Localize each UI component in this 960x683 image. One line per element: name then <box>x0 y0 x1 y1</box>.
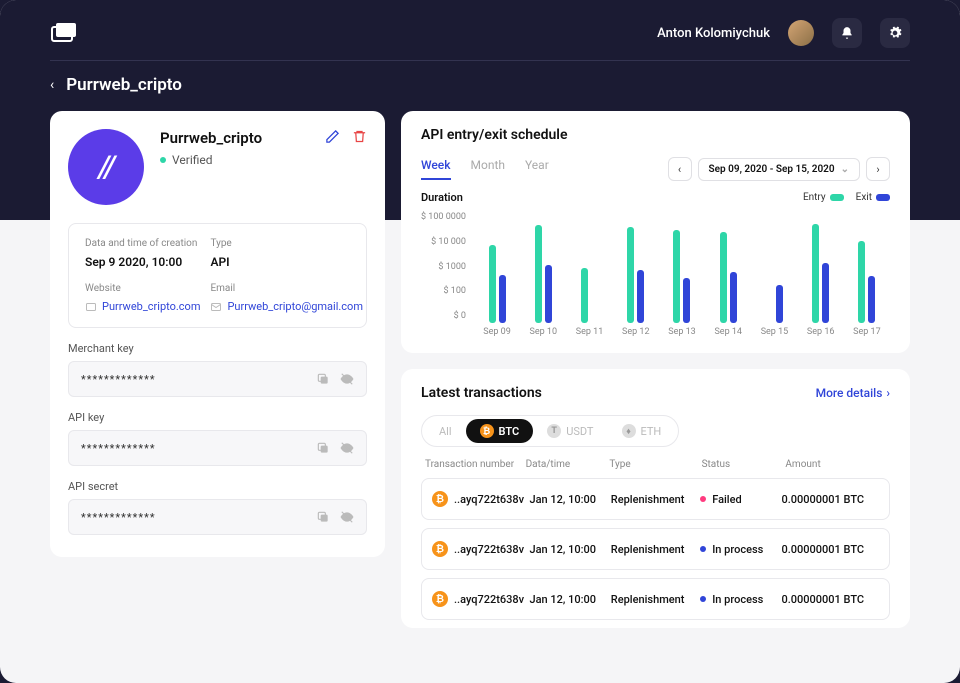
profile-card: // Purrweb_cripto Verified <box>50 111 385 557</box>
coin-tab-usdt[interactable]: TUSDT <box>533 419 607 443</box>
email-link[interactable]: Purrweb_cripto@gmail.com <box>210 300 363 313</box>
api-secret-label: API secret <box>68 480 367 493</box>
chart-area: $ 100 0000$ 10 000$ 1000$ 100$ 0 Sep 09S… <box>421 212 890 337</box>
merchant-key-field: ************* <box>68 361 367 397</box>
chart-legend: Entry Exit <box>803 192 890 203</box>
page-title: Purrweb_cripto <box>66 75 182 95</box>
website-link[interactable]: Purrweb_cripto.com <box>85 300 200 313</box>
created-label: Data and time of creation <box>85 238 200 249</box>
avatar[interactable] <box>788 20 814 46</box>
chevron-down-icon: ⌄ <box>841 164 849 175</box>
profile-name: Purrweb_cripto <box>160 129 309 147</box>
eye-off-icon[interactable] <box>340 441 354 455</box>
verified-badge: Verified <box>160 153 309 167</box>
bitcoin-icon: ₿ <box>480 424 494 438</box>
created-value: Sep 9 2020, 10:00 <box>85 255 200 269</box>
gear-icon <box>888 26 902 40</box>
settings-button[interactable] <box>880 18 910 48</box>
mail-icon <box>210 301 222 313</box>
type-value: API <box>210 255 363 269</box>
coin-tab-eth[interactable]: ♦ETH <box>608 419 676 443</box>
api-key-field: ************* <box>68 430 367 466</box>
prev-button[interactable]: ‹ <box>668 157 692 181</box>
transactions-title: Latest transactions <box>421 385 542 401</box>
info-box: Data and time of creation Sep 9 2020, 10… <box>68 223 367 328</box>
merchant-key-label: Merchant key <box>68 342 367 355</box>
bitcoin-icon: ₿ <box>432 541 448 557</box>
app-logo[interactable] <box>50 21 78 45</box>
notifications-button[interactable] <box>832 18 862 48</box>
tether-icon: T <box>547 424 561 438</box>
breadcrumb: ‹ Purrweb_cripto <box>0 61 960 95</box>
table-row[interactable]: ₿..ayq722t638vJan 12, 10:00Replenishment… <box>421 478 890 520</box>
duration-label: Duration <box>421 191 463 204</box>
email-label: Email <box>210 283 363 294</box>
eye-off-icon[interactable] <box>340 372 354 386</box>
tab-week[interactable]: Week <box>421 158 451 180</box>
table-row[interactable]: ₿..ayq722t638vJan 12, 10:00Replenishment… <box>421 528 890 570</box>
next-button[interactable]: › <box>866 157 890 181</box>
more-details-link[interactable]: More details › <box>816 386 890 400</box>
profile-logo: // <box>68 129 144 205</box>
chart-title: API entry/exit schedule <box>421 127 890 143</box>
eye-off-icon[interactable] <box>340 510 354 524</box>
tab-month[interactable]: Month <box>471 158 505 180</box>
website-label: Website <box>85 283 200 294</box>
api-key-label: API key <box>68 411 367 424</box>
bitcoin-icon: ₿ <box>432 591 448 607</box>
edit-icon[interactable] <box>325 129 340 144</box>
type-label: Type <box>210 238 363 249</box>
chart-card: API entry/exit schedule Week Month Year … <box>401 111 910 353</box>
table-header: Transaction number Data/time Type Status… <box>421 459 890 478</box>
globe-icon <box>85 301 97 313</box>
back-button[interactable]: ‹ <box>50 77 54 93</box>
chevron-right-icon: › <box>886 386 890 400</box>
copy-icon[interactable] <box>316 372 330 386</box>
delete-icon[interactable] <box>352 129 367 144</box>
coin-tab-btc[interactable]: ₿BTC <box>466 419 534 443</box>
transactions-card: Latest transactions More details › All ₿… <box>401 369 910 628</box>
coin-tab-all[interactable]: All <box>425 419 466 443</box>
copy-icon[interactable] <box>316 510 330 524</box>
api-secret-field: ************* <box>68 499 367 535</box>
table-row[interactable]: ₿..ayq722t638vJan 12, 10:00Replenishment… <box>421 578 890 620</box>
tab-year[interactable]: Year <box>525 158 549 180</box>
date-range-picker[interactable]: Sep 09, 2020 - Sep 15, 2020 ⌄ <box>698 158 860 181</box>
ethereum-icon: ♦ <box>622 424 636 438</box>
coin-tabs: All ₿BTC TUSDT ♦ETH <box>421 415 679 447</box>
bell-icon <box>840 26 854 40</box>
copy-icon[interactable] <box>316 441 330 455</box>
username[interactable]: Anton Kolomiychuk <box>657 26 770 41</box>
bitcoin-icon: ₿ <box>432 491 448 507</box>
